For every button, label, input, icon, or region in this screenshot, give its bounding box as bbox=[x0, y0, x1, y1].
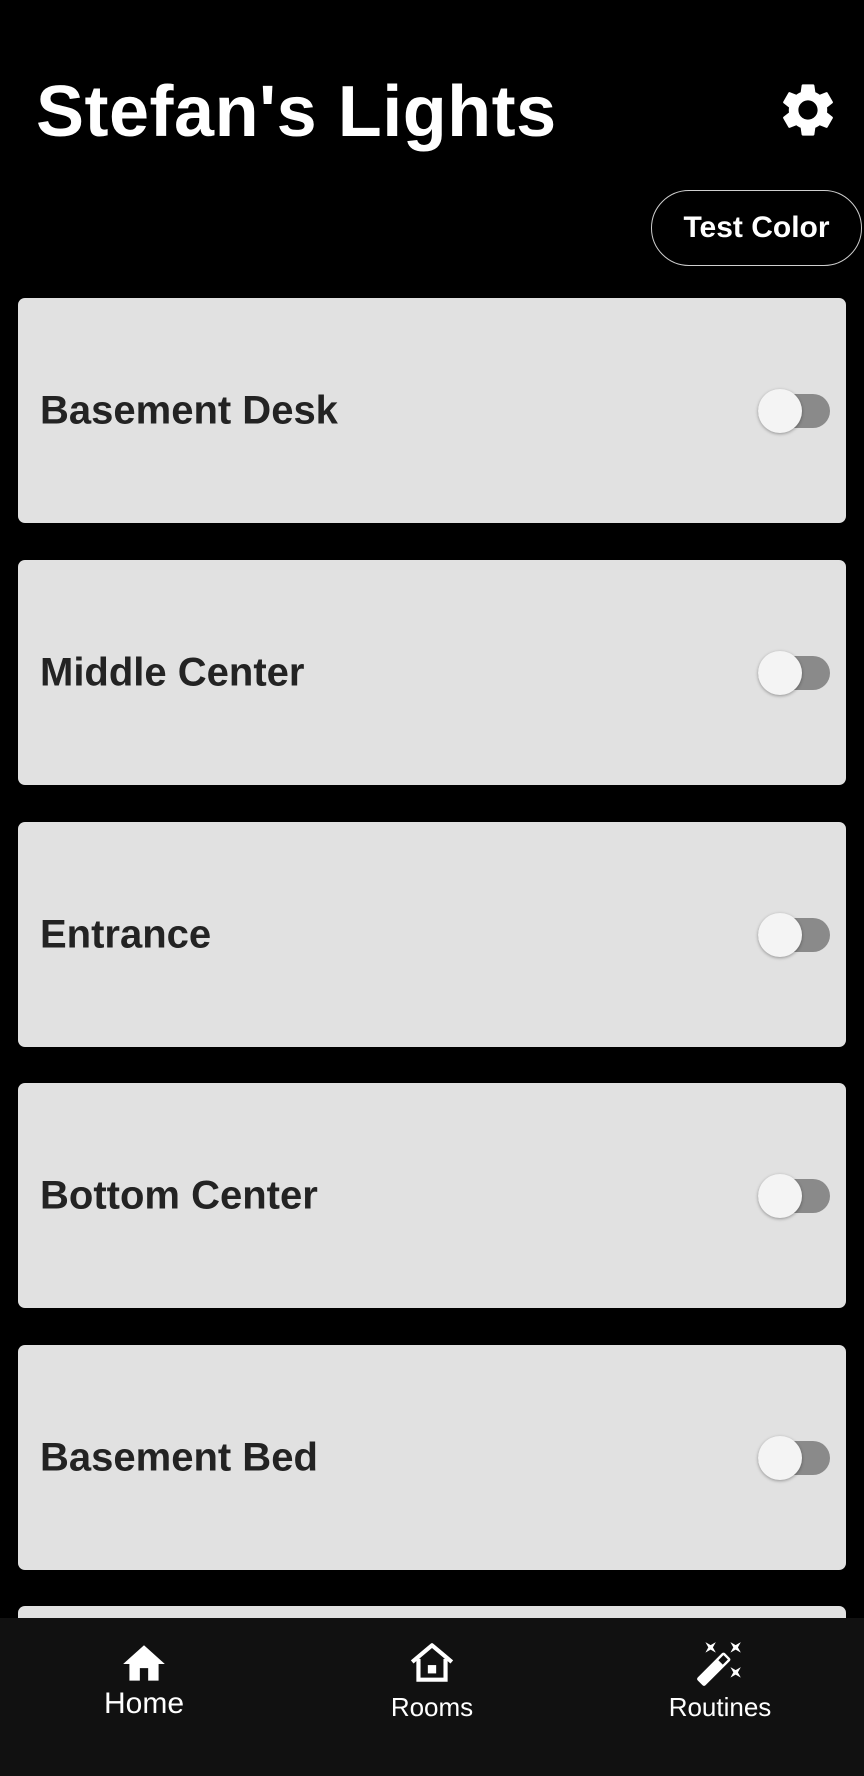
gear-icon bbox=[776, 78, 848, 142]
light-toggle[interactable] bbox=[738, 649, 840, 697]
light-name: Bottom Center bbox=[40, 1173, 318, 1217]
toggle-thumb bbox=[758, 1173, 802, 1218]
nav-item-home[interactable]: Home bbox=[0, 1618, 288, 1776]
rooms-icon bbox=[407, 1638, 457, 1688]
light-name: Basement Bed bbox=[40, 1435, 318, 1479]
light-toggle[interactable] bbox=[738, 1434, 840, 1482]
light-name: Basement Desk bbox=[40, 388, 338, 432]
light-card-bottom-center[interactable]: Bottom Center bbox=[18, 1083, 846, 1308]
light-name: Entrance bbox=[40, 912, 212, 956]
light-card-basement-bed[interactable]: Basement Bed bbox=[18, 1345, 846, 1570]
light-card-entrance[interactable]: Entrance bbox=[18, 822, 846, 1047]
light-name: Middle Center bbox=[40, 650, 305, 694]
nav-item-routines[interactable]: Routines bbox=[576, 1618, 864, 1776]
light-toggle[interactable] bbox=[738, 387, 840, 435]
home-icon bbox=[119, 1639, 169, 1689]
page-title: Stefan's Lights bbox=[36, 72, 557, 152]
nav-label-rooms: Rooms bbox=[390, 1692, 474, 1722]
nav-label-home: Home bbox=[103, 1687, 185, 1720]
light-card-partial[interactable] bbox=[18, 1606, 846, 1618]
light-card-middle-center[interactable]: Middle Center bbox=[18, 560, 846, 785]
bottom-nav: Home Rooms Routines bbox=[0, 1618, 864, 1776]
settings-button[interactable] bbox=[776, 78, 848, 150]
magic-wand-icon bbox=[695, 1638, 745, 1688]
app-header: Stefan's Lights Test Color bbox=[0, 0, 864, 290]
light-toggle[interactable] bbox=[738, 911, 840, 959]
toggle-thumb bbox=[758, 912, 802, 957]
test-color-button[interactable]: Test Color bbox=[651, 190, 862, 266]
nav-label-routines: Routines bbox=[668, 1692, 772, 1722]
light-card-basement-desk[interactable]: Basement Desk bbox=[18, 298, 846, 523]
nav-item-rooms[interactable]: Rooms bbox=[288, 1618, 576, 1776]
toggle-thumb bbox=[758, 388, 802, 433]
toggle-thumb bbox=[758, 1435, 802, 1480]
toggle-thumb bbox=[758, 650, 802, 695]
light-toggle[interactable] bbox=[738, 1172, 840, 1220]
